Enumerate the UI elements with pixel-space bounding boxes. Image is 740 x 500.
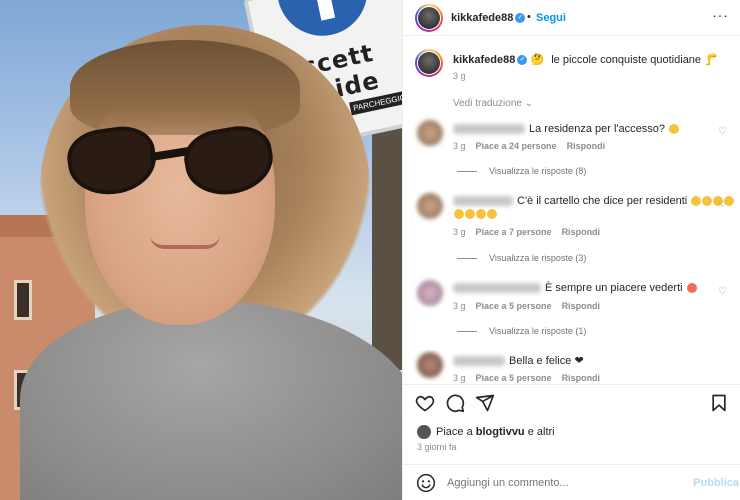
- commenter-name-blurred[interactable]: [453, 356, 505, 367]
- follow-button[interactable]: Segui: [536, 12, 566, 24]
- likes-summary[interactable]: Piace a blogtivvu e altri: [417, 425, 555, 439]
- laughing-emoji-icon: [691, 196, 702, 207]
- leg-icon: 🦵: [704, 53, 718, 66]
- commenter-avatar[interactable]: [417, 352, 443, 378]
- separator-dot: •: [527, 11, 531, 23]
- comment-time[interactable]: 3 g: [453, 227, 466, 237]
- posted-time[interactable]: 3 giorni fa: [417, 442, 457, 452]
- commenter-avatar[interactable]: [417, 193, 443, 219]
- author-avatar[interactable]: [415, 4, 443, 32]
- caption-avatar[interactable]: [415, 49, 443, 77]
- caption-username[interactable]: kikkafede88: [453, 54, 515, 66]
- comment-item: Bella e felice ❤ 3 g Piace a 5 persone Ris…: [403, 350, 740, 384]
- comment-time[interactable]: 3 g: [453, 301, 466, 311]
- commenter-name-blurred[interactable]: [453, 196, 513, 207]
- black-heart-icon: ❤: [574, 355, 584, 367]
- post-actions: Piace a blogtivvu e altri 3 giorni fa: [403, 384, 740, 474]
- comment-like-heart-icon[interactable]: ♡: [718, 199, 727, 210]
- reply-button[interactable]: Rispondi: [562, 373, 601, 383]
- view-replies-link[interactable]: Visualizza le risposte (3): [457, 253, 586, 263]
- comment-text: È sempre un piacere vederti: [545, 282, 683, 294]
- comment-time[interactable]: 3 g: [453, 373, 466, 383]
- commenter-name-blurred[interactable]: [453, 283, 541, 294]
- reply-button[interactable]: Rispondi: [562, 301, 601, 311]
- post-header: kikkafede88 ✓ • Segui ···: [403, 0, 740, 36]
- comment-like-heart-icon[interactable]: ♡: [718, 286, 727, 297]
- share-icon[interactable]: [475, 393, 495, 413]
- comment-time[interactable]: 3 g: [453, 141, 466, 151]
- laughing-emoji-icon: [669, 124, 680, 135]
- comment-likes[interactable]: Piace a 24 persone: [476, 141, 557, 151]
- comment-likes[interactable]: Piace a 5 persone: [476, 373, 552, 383]
- comment-likes[interactable]: Piace a 5 persone: [476, 301, 552, 311]
- commenter-name-blurred[interactable]: [453, 124, 525, 135]
- liker-username[interactable]: blogtivvu: [476, 426, 525, 438]
- liker-avatar: [417, 425, 431, 439]
- comment-likes[interactable]: Piace a 7 persone: [476, 227, 552, 237]
- commenter-avatar[interactable]: [417, 280, 443, 306]
- comment-like-heart-icon[interactable]: ♡: [718, 126, 727, 137]
- comment-input[interactable]: [447, 477, 677, 489]
- verified-badge-icon: ✓: [515, 13, 526, 24]
- publish-button[interactable]: Pubblica: [693, 477, 739, 489]
- reply-button[interactable]: Rispondi: [562, 227, 601, 237]
- post-caption: kikkafede88 ✓ 🤔 le piccole conquiste quot…: [403, 36, 740, 86]
- author-username[interactable]: kikkafede88 ✓: [451, 12, 526, 24]
- comment-text: C'è il cartello che dice per residenti: [517, 195, 688, 207]
- reply-button[interactable]: Rispondi: [567, 141, 606, 151]
- post-side-panel: kikkafede88 ✓ • Segui ··· kikkafede88 ✓ 🤔 …: [402, 0, 740, 500]
- chevron-down-icon: ⌄: [524, 98, 534, 109]
- smile: [150, 235, 220, 249]
- grey-scarf: [20, 300, 402, 500]
- comment-text: Bella e felice: [509, 355, 572, 367]
- post-photo[interactable]: eccett reside PARCHEGGIO: [0, 0, 402, 500]
- see-translation-link[interactable]: Vedi traduzione ⌄: [453, 98, 533, 109]
- bookmark-icon[interactable]: [709, 393, 729, 413]
- add-comment-bar: Pubblica: [403, 464, 740, 500]
- caption-text: le piccole conquiste quotidiane: [551, 54, 702, 66]
- commenter-avatar[interactable]: [417, 120, 443, 146]
- comment-text: La residenza per l'accesso?: [529, 123, 666, 135]
- more-options-button[interactable]: ···: [712, 7, 729, 23]
- view-replies-link[interactable]: Visualizza le risposte (1): [457, 326, 586, 336]
- view-replies-link[interactable]: Visualizza le risposte (8): [457, 166, 586, 176]
- verified-badge-icon: ✓: [517, 55, 528, 66]
- heart-eyes-emoji-icon: [686, 283, 697, 294]
- emoji-smile-icon[interactable]: [416, 473, 436, 493]
- thinking-face-icon: 🤔: [530, 53, 545, 66]
- laughing-emoji-icon: [454, 209, 464, 220]
- caption-time[interactable]: 3 g: [453, 71, 466, 81]
- heart-icon[interactable]: [415, 393, 435, 413]
- comment-icon[interactable]: [445, 393, 465, 413]
